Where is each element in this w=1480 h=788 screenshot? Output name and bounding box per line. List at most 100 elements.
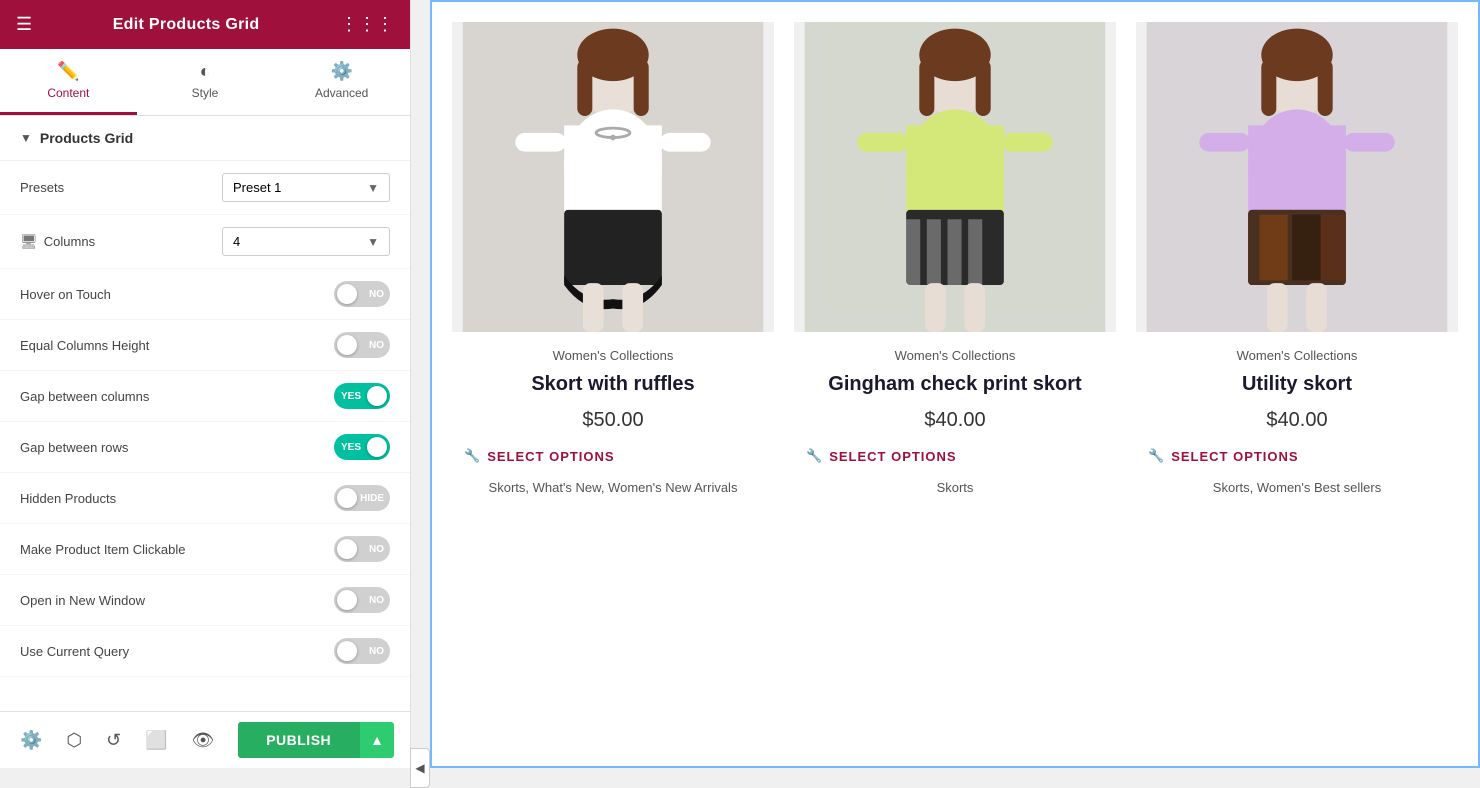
section-arrow[interactable]: ▼ [20,131,32,145]
toggle-knob-open_in_new_window [337,590,357,610]
toggle-gap_between_columns[interactable]: YES [334,383,390,409]
product-tags-1: Skorts, What's New, Women's New Arrivals [464,480,762,495]
product-card-3: Women's Collections Utility skort $40.00… [1136,22,1458,511]
toggle-label-gap_between_columns: YES [341,391,361,402]
select-columns[interactable]: 4▼ [222,227,390,256]
chevron-down-icon: ▼ [367,235,379,249]
tab-content-label: Content [47,86,89,100]
toggle-open_in_new_window[interactable]: NO [334,587,390,613]
pencil-icon: ✏️ [57,61,79,82]
product-price-1: $50.00 [464,409,762,432]
collapse-panel-button[interactable]: ◀ [410,748,430,788]
tab-style[interactable]: ◐ Style [137,49,274,115]
product-category-2: Women's Collections [806,348,1104,363]
product-price-3: $40.00 [1148,409,1446,432]
setting-row-open_in_new_window: Open in New Window NO [0,575,410,626]
select-options-label-3: SELECT OPTIONS [1171,449,1298,464]
grid-icon[interactable]: ⋮⋮⋮ [340,14,394,35]
setting-label-columns: 🖥 Columns [20,233,95,250]
select-options-button-3[interactable]: 🔧 SELECT OPTIONS [1148,448,1299,464]
toggle-label-hidden_products: HIDE [360,493,384,504]
toggle-switch-gap_between_columns[interactable]: YES [334,383,390,409]
product-info-2: Women's Collections Gingham check print … [794,332,1116,511]
setting-label-make_product_item_clickable: Make Product Item Clickable [20,542,185,557]
left-panel: ☰ Edit Products Grid ⋮⋮⋮ ✏️ Content ◐ St… [0,0,411,768]
preview-icon-btn[interactable]: 👁 [188,726,219,755]
setting-label-hover_on_touch: Hover on Touch [20,287,111,302]
toggle-knob-use_current_query [337,641,357,661]
setting-label-gap_between_rows: Gap between rows [20,440,128,455]
section-header: ▼ Products Grid [0,116,410,161]
panel-header: ☰ Edit Products Grid ⋮⋮⋮ [0,0,410,49]
select-options-button-2[interactable]: 🔧 SELECT OPTIONS [806,448,957,464]
product-price-2: $40.00 [806,409,1104,432]
product-info-3: Women's Collections Utility skort $40.00… [1136,332,1458,511]
toggle-switch-make_product_item_clickable[interactable]: NO [334,536,390,562]
right-panel: Women's Collections Skort with ruffles $… [430,0,1480,768]
product-name-3: Utility skort [1148,371,1446,397]
toggle-label-make_product_item_clickable: NO [369,544,384,555]
select-options-button-1[interactable]: 🔧 SELECT OPTIONS [464,448,615,464]
history-icon-btn[interactable]: ↺ [102,726,125,755]
toggle-switch-hidden_products[interactable]: HIDE [334,485,390,511]
setting-row-equal_columns_height: Equal Columns Height NO [0,320,410,371]
toggle-label-gap_between_rows: YES [341,442,361,453]
preview-area: Women's Collections Skort with ruffles $… [430,0,1480,768]
settings-container: PresetsPreset 1▼🖥 Columns4▼Hover on Touc… [0,161,410,677]
tab-style-label: Style [192,86,219,100]
product-name-1: Skort with ruffles [464,371,762,397]
toggle-switch-equal_columns_height[interactable]: NO [334,332,390,358]
tab-content[interactable]: ✏️ Content [0,49,137,115]
bottom-icons: ⚙️ ⬡ ↺ ⬜ 👁 [16,726,219,755]
product-image-1 [452,22,774,332]
toggle-equal_columns_height[interactable]: NO [334,332,390,358]
select-value-presets: Preset 1 [233,180,281,195]
tab-advanced[interactable]: ⚙️ Advanced [273,49,410,115]
chevron-down-icon: ▼ [367,181,379,195]
toggle-label-use_current_query: NO [369,646,384,657]
toggle-switch-open_in_new_window[interactable]: NO [334,587,390,613]
publish-dropdown-button[interactable]: ▲ [359,722,394,758]
toggle-switch-hover_on_touch[interactable]: NO [334,281,390,307]
contrast-icon: ◐ [200,61,211,82]
toggle-make_product_item_clickable[interactable]: NO [334,536,390,562]
toggle-hidden_products[interactable]: HIDE [334,485,390,511]
toggle-switch-gap_between_rows[interactable]: YES [334,434,390,460]
product-info-1: Women's Collections Skort with ruffles $… [452,332,774,511]
select-value-columns: 4 [233,234,240,249]
publish-button[interactable]: PUBLISH [238,722,359,758]
hamburger-icon[interactable]: ☰ [16,14,32,35]
setting-row-use_current_query: Use Current QueryNO [0,626,410,677]
product-category-1: Women's Collections [464,348,762,363]
setting-row-gap_between_rows: Gap between rows YES [0,422,410,473]
toggle-use_current_query[interactable]: NO [334,638,390,664]
toggle-hover_on_touch[interactable]: NO [334,281,390,307]
panel-tabs: ✏️ Content ◐ Style ⚙️ Advanced [0,49,410,116]
product-tags-2: Skorts [806,480,1104,495]
setting-row-presets: Presets Preset 1 ▼ [0,161,410,215]
wrench-icon-3: 🔧 [1148,448,1165,464]
monitor-icon-columns: 🖥 [20,233,38,250]
panel-title: Edit Products Grid [113,16,260,34]
toggle-gap_between_rows[interactable]: YES [334,434,390,460]
toggle-knob-equal_columns_height [337,335,357,355]
toggle-label-equal_columns_height: NO [369,340,384,351]
select-options-label-1: SELECT OPTIONS [487,449,614,464]
publish-btn-group: PUBLISH ▲ [238,722,394,758]
settings-icon-btn[interactable]: ⚙️ [16,726,46,755]
layout-icon-btn[interactable]: ⬜ [141,726,171,755]
product-card-1: Women's Collections Skort with ruffles $… [452,22,774,511]
setting-label-equal_columns_height: Equal Columns Height [20,338,149,353]
panel-content: ▼ Products Grid Presets Preset 1 ▼ 🖥 Column… [0,116,410,711]
toggle-knob-hidden_products [337,488,357,508]
select-presets[interactable]: Preset 1 ▼ [222,173,390,202]
setting-label-hidden_products: Hidden Products [20,491,116,506]
product-category-3: Women's Collections [1148,348,1446,363]
setting-label-open_in_new_window: Open in New Window [20,593,145,608]
layers-icon-btn[interactable]: ⬡ [62,726,86,755]
setting-label-presets: Presets [20,180,64,195]
toggle-switch-use_current_query[interactable]: NO [334,638,390,664]
panel-bottom: ⚙️ ⬡ ↺ ⬜ 👁 PUBLISH ▲ [0,711,410,768]
product-card-2: Women's Collections Gingham check print … [794,22,1116,511]
setting-row-hidden_products: Hidden Products HIDE [0,473,410,524]
